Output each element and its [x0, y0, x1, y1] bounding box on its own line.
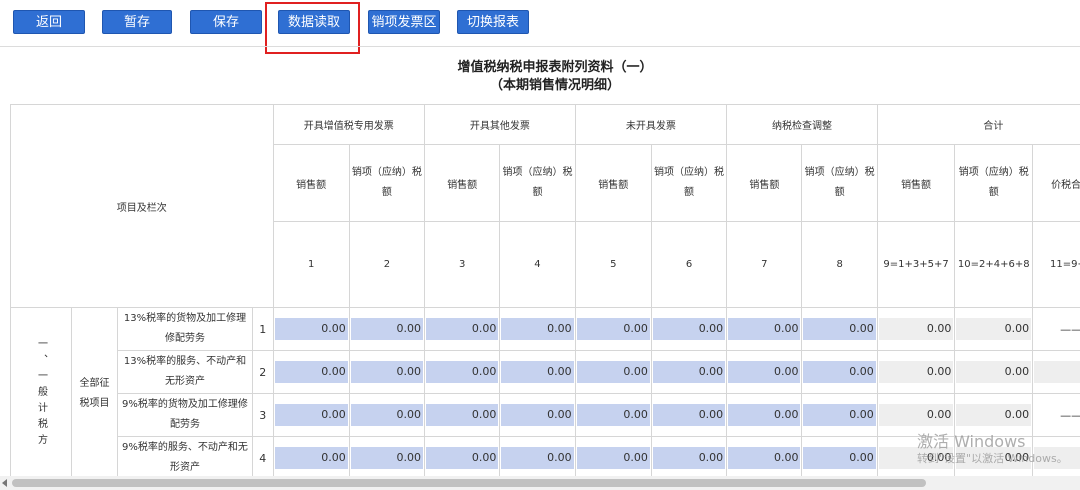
row-label: 13%税率的货物及加工修理修配劳务 — [116, 307, 253, 351]
sales-invoice-button[interactable]: 销项发票区 — [368, 10, 440, 34]
sub-header: 销售额 — [574, 144, 652, 222]
amount-input[interactable]: 0.00 — [426, 361, 499, 383]
group-header: 未开具发票 — [574, 104, 728, 145]
amount-input[interactable]: 0.00 — [350, 447, 424, 469]
amount-input[interactable]: 0.00 — [803, 447, 876, 469]
group-header: 纳税检查调整 — [726, 104, 878, 145]
subsection-label: 全部征税项目 — [71, 307, 118, 476]
sub-header: 销售额 — [272, 144, 350, 222]
amount-input[interactable]: 0.00 — [728, 318, 801, 340]
row-label: 13%税率的服务、不动产和无形资产 — [116, 350, 253, 394]
amount-input[interactable]: 0.00 — [576, 318, 650, 340]
save-button[interactable]: 保存 — [190, 10, 262, 34]
col-number: 2 — [348, 221, 426, 308]
back-button[interactable]: 返回 — [13, 10, 85, 34]
activation-watermark-text: 转到"设置"以激活 Windows。 — [917, 452, 1068, 465]
amount-input[interactable]: 0.00 — [652, 404, 726, 426]
amount-input[interactable]: 0.00 — [728, 404, 801, 426]
amount-input[interactable]: 0.00 — [274, 361, 348, 383]
price-tax-total: —— — [1032, 307, 1080, 351]
price-tax-total — [1034, 361, 1080, 383]
section-label: 一、一般计税方 — [10, 307, 72, 476]
amount-input[interactable]: 0.00 — [728, 361, 801, 383]
sub-header: 销项（应纳）税额 — [499, 144, 576, 222]
amount-input[interactable]: 0.00 — [652, 318, 726, 340]
switch-report-button[interactable]: 切换报表 — [457, 10, 529, 34]
row-label: 9%税率的服务、不动产和无形资产 — [116, 436, 253, 476]
activation-watermark-title: 激活 Windows — [917, 432, 1026, 451]
total-amount: 0.00 — [878, 361, 954, 383]
amount-input[interactable]: 0.00 — [426, 318, 499, 340]
scrollbar-thumb[interactable] — [12, 479, 926, 487]
page-subtitle: （本期销售情况明细） — [489, 78, 620, 93]
col-number: 10=2+4+6+8 — [954, 221, 1034, 308]
amount-input[interactable]: 0.00 — [803, 404, 876, 426]
page-title: 增值税纳税申报表附列资料（一） — [457, 60, 653, 75]
col-number: 7 — [726, 221, 803, 308]
sub-header: 销项（应纳）税额 — [348, 144, 426, 222]
item-header: 项目及栏次 — [10, 104, 274, 308]
amount-input[interactable]: 0.00 — [350, 404, 424, 426]
row-number: 2 — [251, 350, 274, 394]
col-number: 9=1+3+5+7 — [876, 221, 956, 308]
amount-input[interactable]: 0.00 — [426, 404, 499, 426]
sub-header: 销项（应纳）税额 — [650, 144, 728, 222]
amount-input[interactable]: 0.00 — [652, 447, 726, 469]
sub-header: 销项（应纳）税额 — [954, 144, 1034, 222]
total-amount: 0.00 — [878, 318, 954, 340]
sub-header: 价税合计 — [1032, 144, 1080, 222]
report-table-viewport[interactable]: 项目及栏次 开具增值税专用发票 开具其他发票 未开具发票 纳税检查调整 合计 销… — [10, 104, 1080, 476]
amount-input[interactable]: 0.00 — [501, 447, 574, 469]
total-tax: 0.00 — [956, 404, 1032, 426]
sub-header: 销售额 — [876, 144, 956, 222]
sub-header: 销售额 — [726, 144, 803, 222]
col-number: 8 — [801, 221, 878, 308]
amount-input[interactable]: 0.00 — [350, 361, 424, 383]
amount-input[interactable]: 0.00 — [350, 318, 424, 340]
total-tax: 0.00 — [956, 361, 1032, 383]
table-row: 13%税率的服务、不动产和无形资产 2 0.00 0.00 0.00 0.00 … — [11, 350, 1080, 394]
temp-save-button[interactable]: 暂存 — [102, 10, 172, 34]
col-number: 4 — [499, 221, 576, 308]
amount-input[interactable]: 0.00 — [501, 404, 574, 426]
table-row: 一、一般计税方 全部征税项目 13%税率的货物及加工修理修配劳务 1 0.00 … — [10, 307, 1080, 476]
amount-input[interactable]: 0.00 — [501, 361, 574, 383]
toolbar: 返回 暂存 保存 数据读取 销项发票区 切换报表 — [0, 0, 1080, 54]
col-number: 3 — [424, 221, 501, 308]
total-amount: 0.00 — [878, 404, 954, 426]
horizontal-scrollbar[interactable] — [0, 476, 1080, 490]
group-header: 合计 — [876, 104, 1080, 145]
amount-input[interactable]: 0.00 — [803, 361, 876, 383]
amount-input[interactable]: 0.00 — [576, 404, 650, 426]
col-number: 5 — [574, 221, 652, 308]
amount-input[interactable]: 0.00 — [274, 404, 348, 426]
col-number: 6 — [650, 221, 728, 308]
amount-input[interactable]: 0.00 — [803, 318, 876, 340]
total-tax: 0.00 — [956, 318, 1032, 340]
amount-input[interactable]: 0.00 — [576, 447, 650, 469]
col-number: 1 — [272, 221, 350, 308]
row-number: 4 — [251, 436, 274, 476]
group-header: 开具其他发票 — [424, 104, 576, 145]
price-tax-total: —— — [1032, 393, 1080, 437]
sub-header: 销项（应纳）税额 — [801, 144, 878, 222]
row-label: 9%税率的货物及加工修理修配劳务 — [116, 393, 253, 437]
row-number: 1 — [251, 307, 274, 351]
row-number: 3 — [251, 393, 274, 437]
toolbar-divider — [0, 46, 1080, 47]
col-number: 11=9+1 — [1032, 221, 1080, 308]
amount-input[interactable]: 0.00 — [274, 318, 348, 340]
amount-input[interactable]: 0.00 — [576, 361, 650, 383]
amount-input[interactable]: 0.00 — [426, 447, 499, 469]
report-table: 项目及栏次 开具增值税专用发票 开具其他发票 未开具发票 纳税检查调整 合计 销… — [10, 104, 1080, 476]
amount-input[interactable]: 0.00 — [652, 361, 726, 383]
scroll-left-arrow-icon[interactable] — [2, 479, 7, 487]
amount-input[interactable]: 0.00 — [274, 447, 348, 469]
amount-input[interactable]: 0.00 — [728, 447, 801, 469]
sub-header: 销售额 — [424, 144, 501, 222]
group-header: 开具增值税专用发票 — [272, 104, 426, 145]
amount-input[interactable]: 0.00 — [501, 318, 574, 340]
